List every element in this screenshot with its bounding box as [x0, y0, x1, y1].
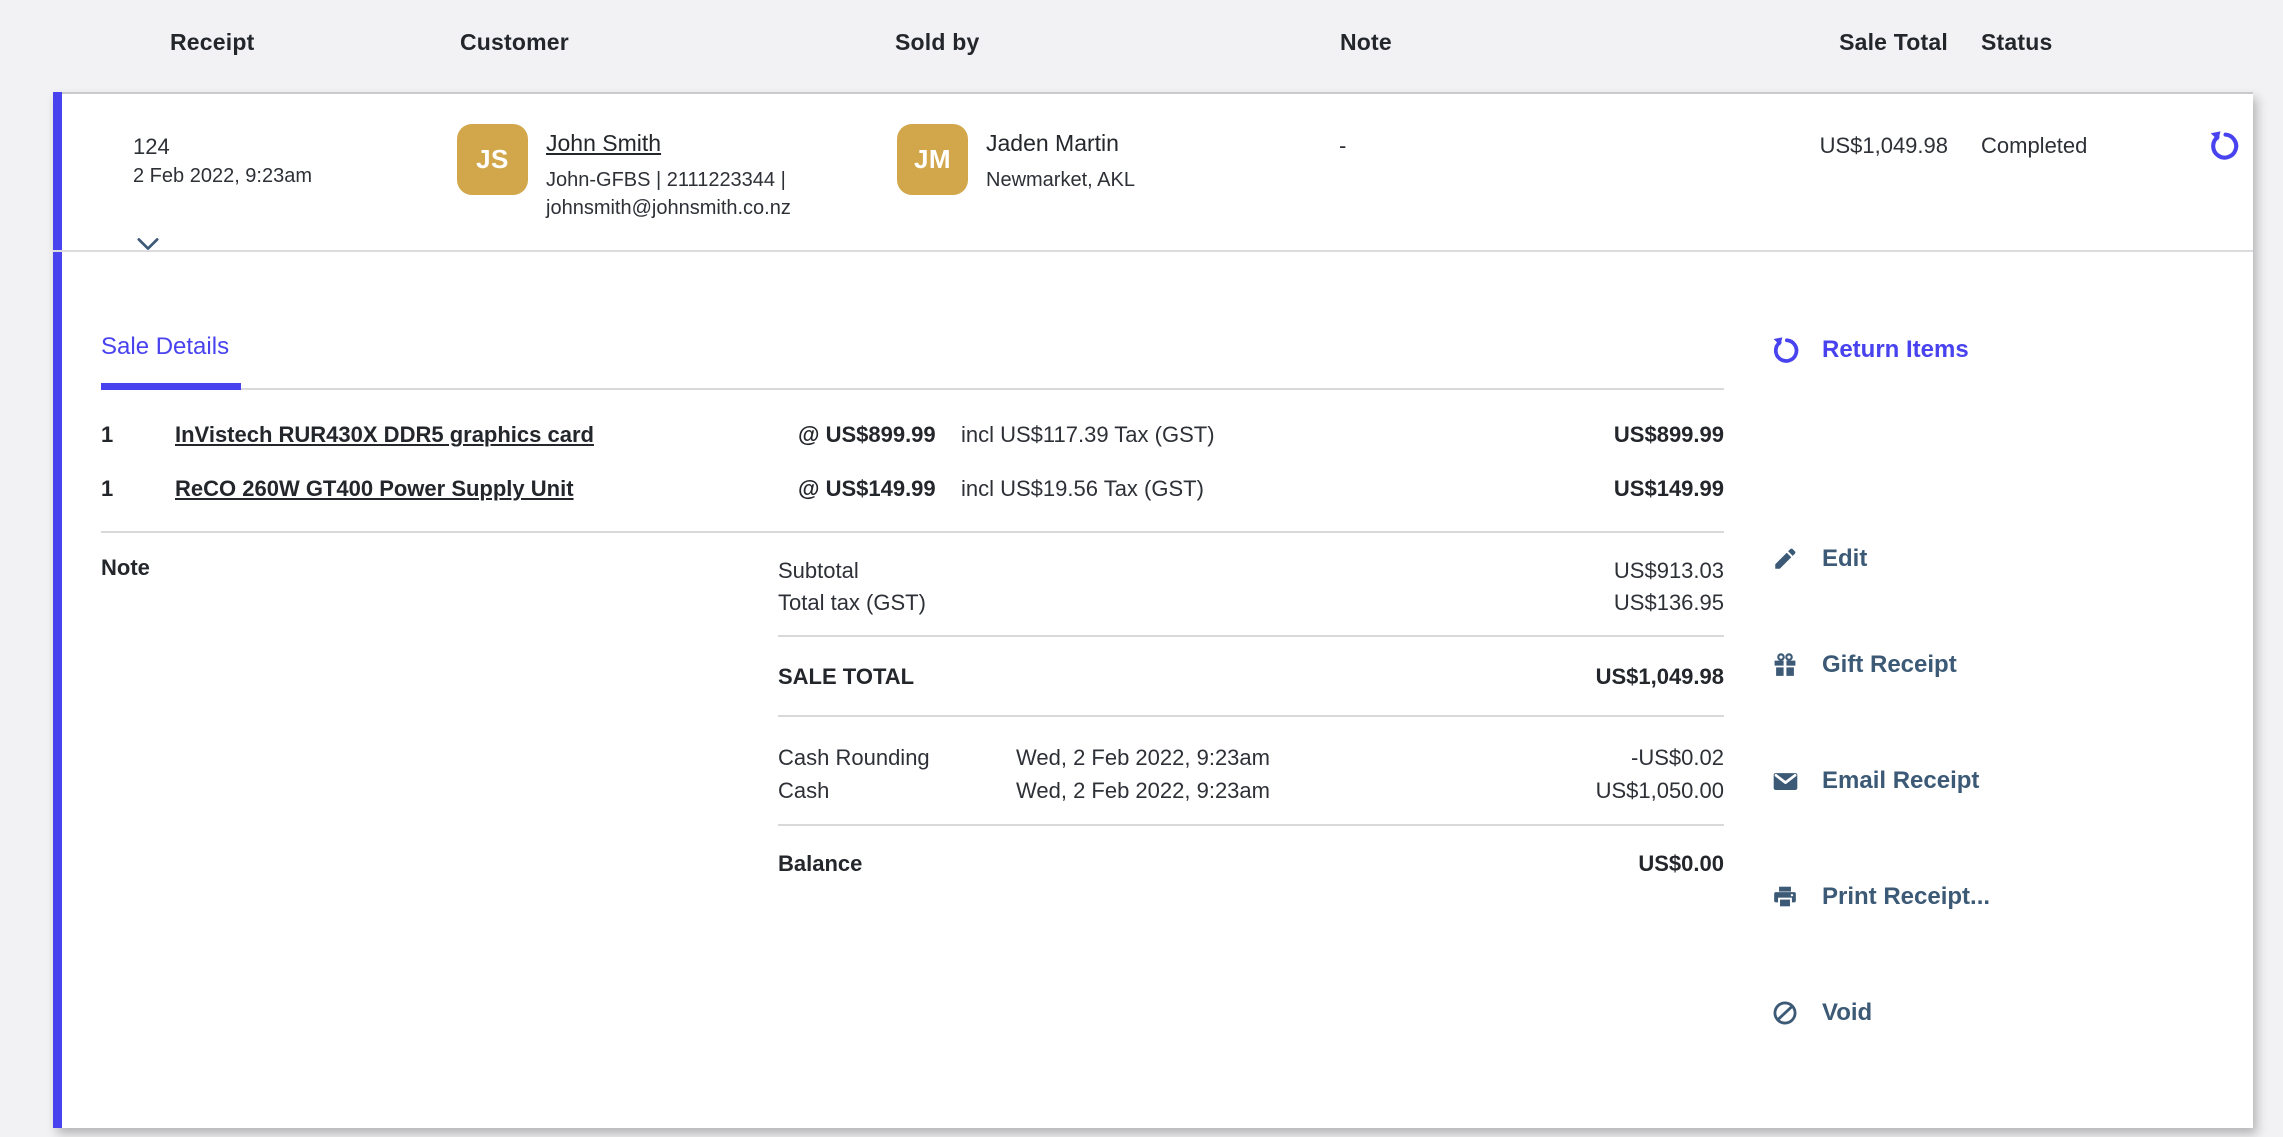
payment-row: Cash Wed, 2 Feb 2022, 9:23am US$1,050.00 — [778, 774, 1724, 807]
line-items: 1 InVistech RUR430X DDR5 graphics card @… — [101, 408, 1724, 516]
sold-by-location: Newmarket, AKL — [986, 166, 1135, 194]
detail-tabs: Sale Details — [101, 332, 1724, 390]
item-tax-included: incl US$19.56 Tax (GST) — [961, 476, 1494, 502]
sold-by-name: Jaden Martin — [986, 127, 1135, 160]
customer-avatar: JS — [457, 124, 528, 195]
item-unit-price: @ US$899.99 — [798, 422, 961, 448]
sale-total-label: SALE TOTAL — [778, 662, 1596, 692]
item-tax-included: incl US$117.39 Tax (GST) — [961, 422, 1494, 448]
item-amount: US$149.99 — [1494, 476, 1724, 502]
print-receipt-button[interactable]: Print Receipt... — [1771, 878, 2201, 916]
sale-total-row: SALE TOTAL US$1,049.98 — [778, 637, 1724, 715]
note-label: Note — [101, 555, 150, 581]
customer-detail-line2: johnsmith@johnsmith.co.nz — [546, 194, 791, 222]
total-tax-row: Total tax (GST) US$136.95 — [778, 587, 1724, 619]
receipt-cell: 124 2 Feb 2022, 9:23am — [133, 132, 312, 190]
receipt-number: 124 — [133, 132, 312, 162]
note-value: - — [1339, 132, 1346, 160]
envelope-icon — [1771, 767, 1799, 795]
sale-total-value: US$1,049.98 — [1820, 132, 1948, 160]
line-item-row: 1 InVistech RUR430X DDR5 graphics card @… — [101, 408, 1724, 462]
chevron-down-icon[interactable] — [137, 237, 161, 255]
customer-detail-line1: John-GFBS | 2111223344 | — [546, 166, 791, 194]
column-header-note: Note — [1340, 29, 1392, 56]
item-unit-price: @ US$149.99 — [798, 476, 961, 502]
sales-history-page: Receipt Customer Sold by Note Sale Total… — [0, 0, 2283, 1137]
item-qty: 1 — [101, 476, 175, 502]
printer-icon — [1771, 883, 1799, 911]
payment-date: Wed, 2 Feb 2022, 9:23am — [1016, 774, 1494, 807]
balance-row: Balance US$0.00 — [778, 826, 1724, 919]
payment-label: Cash Rounding — [778, 741, 1016, 774]
void-icon — [1771, 999, 1799, 1027]
sale-total-amount: US$1,049.98 — [1596, 662, 1724, 692]
item-name-link[interactable]: ReCO 260W GT400 Power Supply Unit — [175, 476, 574, 502]
column-header-sold-by: Sold by — [895, 29, 979, 56]
return-items-button[interactable]: Return Items — [1771, 331, 2201, 369]
sale-detail-column: Sale Details 1 InVistech RUR430X DDR5 gr… — [101, 252, 1724, 919]
payment-amount: US$1,050.00 — [1494, 774, 1724, 807]
gift-icon — [1771, 651, 1799, 679]
subtotal-amount: US$913.03 — [1614, 555, 1724, 587]
tab-sale-details[interactable]: Sale Details — [101, 332, 241, 390]
total-tax-amount: US$136.95 — [1614, 587, 1724, 619]
edit-button[interactable]: Edit — [1771, 540, 2201, 578]
email-receipt-button[interactable]: Email Receipt — [1771, 762, 2201, 800]
line-item-row: 1 ReCO 260W GT400 Power Supply Unit @ US… — [101, 462, 1724, 516]
pencil-icon — [1771, 545, 1799, 573]
customer-cell: John Smith John-GFBS | 2111223344 | john… — [546, 127, 791, 222]
subtotal-row: Subtotal US$913.03 — [778, 555, 1724, 587]
status-badge: Completed — [1981, 132, 2087, 160]
balance-label: Balance — [778, 849, 1638, 879]
column-header-customer: Customer — [460, 29, 569, 56]
gift-receipt-button[interactable]: Gift Receipt — [1771, 646, 2201, 684]
sale-card: 124 2 Feb 2022, 9:23am JS John Smith Joh… — [53, 92, 2253, 1128]
column-header-status: Status — [1981, 29, 2053, 56]
item-amount: US$899.99 — [1494, 422, 1724, 448]
balance-amount: US$0.00 — [1638, 849, 1724, 879]
total-tax-label: Total tax (GST) — [778, 587, 1614, 619]
sale-actions: Return Items Edit — [1771, 252, 2201, 1032]
sold-by-cell: Jaden Martin Newmarket, AKL — [986, 127, 1135, 194]
subtotal-label: Subtotal — [778, 555, 1614, 587]
void-button[interactable]: Void — [1771, 994, 2201, 1032]
return-sale-icon[interactable] — [2209, 131, 2239, 161]
payment-row: Cash Rounding Wed, 2 Feb 2022, 9:23am -U… — [778, 741, 1724, 774]
payment-amount: -US$0.02 — [1494, 741, 1724, 774]
payment-date: Wed, 2 Feb 2022, 9:23am — [1016, 741, 1494, 774]
sale-detail-panel: Sale Details 1 InVistech RUR430X DDR5 gr… — [53, 252, 2253, 1032]
undo-icon — [1771, 336, 1799, 364]
receipt-date: 2 Feb 2022, 9:23am — [133, 162, 312, 190]
item-name-link[interactable]: InVistech RUR430X DDR5 graphics card — [175, 422, 594, 448]
totals-zone: Note Subtotal US$913.03 Total tax (GST) … — [101, 533, 1724, 919]
column-header-sale-total: Sale Total — [1815, 29, 1948, 56]
item-qty: 1 — [101, 422, 175, 448]
customer-name-link[interactable]: John Smith — [546, 127, 791, 160]
payment-label: Cash — [778, 774, 1016, 807]
sold-by-avatar: JM — [897, 124, 968, 195]
column-header-receipt: Receipt — [170, 29, 254, 56]
sale-summary-row[interactable]: 124 2 Feb 2022, 9:23am JS John Smith Joh… — [53, 94, 2253, 252]
